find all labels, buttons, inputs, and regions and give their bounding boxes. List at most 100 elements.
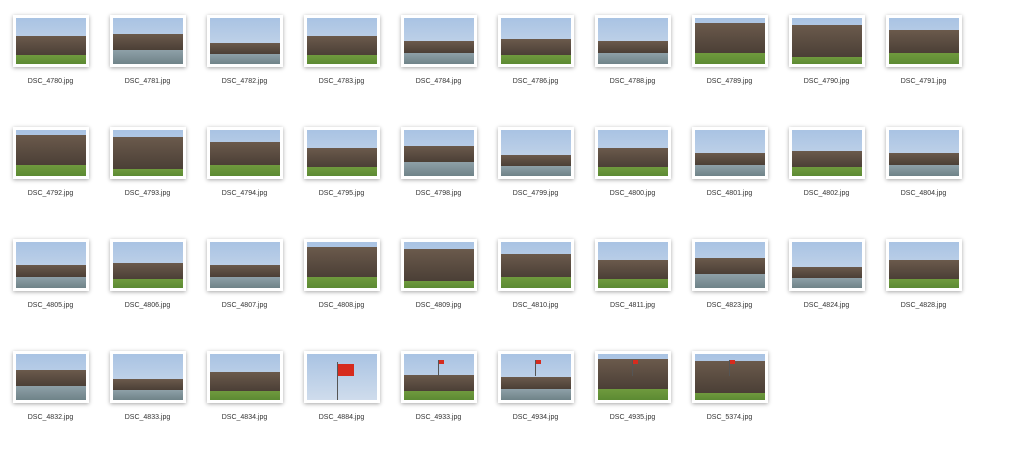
image-thumbnail[interactable] [207,15,283,67]
file-item[interactable]: DSC_4935.jpg [584,336,681,448]
image-thumbnail[interactable] [498,127,574,179]
file-name[interactable]: DSC_4784.jpg [390,78,487,85]
file-item[interactable]: DSC_4809.jpg [390,224,487,336]
file-name[interactable]: DSC_4795.jpg [293,190,390,197]
file-name[interactable]: DSC_4789.jpg [681,78,778,85]
file-item[interactable]: DSC_4784.jpg [390,0,487,112]
image-thumbnail[interactable] [692,127,768,179]
image-thumbnail[interactable] [13,239,89,291]
file-name[interactable]: DSC_4804.jpg [875,190,972,197]
image-thumbnail[interactable] [110,239,186,291]
file-item[interactable]: DSC_4798.jpg [390,112,487,224]
file-item[interactable]: DSC_4792.jpg [2,112,99,224]
file-item[interactable]: DSC_4791.jpg [875,0,972,112]
file-item[interactable]: DSC_4807.jpg [196,224,293,336]
file-name[interactable]: DSC_4884.jpg [293,414,390,421]
image-thumbnail[interactable] [595,127,671,179]
image-thumbnail[interactable] [401,15,477,67]
file-name[interactable]: DSC_4933.jpg [390,414,487,421]
file-name[interactable]: DSC_4800.jpg [584,190,681,197]
image-thumbnail[interactable] [13,351,89,403]
file-item[interactable]: DSC_4800.jpg [584,112,681,224]
file-item[interactable]: DSC_4823.jpg [681,224,778,336]
image-thumbnail[interactable] [401,351,477,403]
file-item[interactable]: DSC_4786.jpg [487,0,584,112]
image-thumbnail[interactable] [110,15,186,67]
file-name[interactable]: DSC_4811.jpg [584,302,681,309]
file-item[interactable]: DSC_4799.jpg [487,112,584,224]
file-item[interactable]: DSC_4802.jpg [778,112,875,224]
file-name[interactable]: DSC_4781.jpg [99,78,196,85]
image-thumbnail[interactable] [692,239,768,291]
file-name[interactable]: DSC_5374.jpg [681,414,778,421]
file-name[interactable]: DSC_4805.jpg [2,302,99,309]
file-name[interactable]: DSC_4807.jpg [196,302,293,309]
file-item[interactable]: DSC_4782.jpg [196,0,293,112]
image-thumbnail[interactable] [886,239,962,291]
file-name[interactable]: DSC_4828.jpg [875,302,972,309]
image-thumbnail[interactable] [401,239,477,291]
image-thumbnail[interactable] [401,127,477,179]
file-name[interactable]: DSC_4788.jpg [584,78,681,85]
file-name[interactable]: DSC_4935.jpg [584,414,681,421]
file-item[interactable]: DSC_4806.jpg [99,224,196,336]
file-item[interactable]: DSC_4795.jpg [293,112,390,224]
file-name[interactable]: DSC_4799.jpg [487,190,584,197]
file-item[interactable]: DSC_5374.jpg [681,336,778,448]
image-thumbnail[interactable] [498,351,574,403]
file-name[interactable]: DSC_4808.jpg [293,302,390,309]
file-item[interactable]: DSC_4783.jpg [293,0,390,112]
file-name[interactable]: DSC_4824.jpg [778,302,875,309]
file-name[interactable]: DSC_4790.jpg [778,78,875,85]
file-item[interactable]: DSC_4793.jpg [99,112,196,224]
image-thumbnail[interactable] [498,15,574,67]
image-thumbnail[interactable] [498,239,574,291]
image-thumbnail[interactable] [207,351,283,403]
image-thumbnail[interactable] [13,127,89,179]
file-item[interactable]: DSC_4833.jpg [99,336,196,448]
file-item[interactable]: DSC_4811.jpg [584,224,681,336]
file-item[interactable]: DSC_4828.jpg [875,224,972,336]
file-name[interactable]: DSC_4834.jpg [196,414,293,421]
image-thumbnail[interactable] [789,127,865,179]
image-thumbnail[interactable] [692,351,768,403]
image-thumbnail[interactable] [304,127,380,179]
file-item[interactable]: DSC_4780.jpg [2,0,99,112]
file-item[interactable]: DSC_4824.jpg [778,224,875,336]
file-name[interactable]: DSC_4798.jpg [390,190,487,197]
file-name[interactable]: DSC_4833.jpg [99,414,196,421]
file-item[interactable]: DSC_4790.jpg [778,0,875,112]
file-item[interactable]: DSC_4789.jpg [681,0,778,112]
file-item[interactable]: DSC_4804.jpg [875,112,972,224]
image-thumbnail[interactable] [110,127,186,179]
file-item[interactable]: DSC_4801.jpg [681,112,778,224]
image-thumbnail[interactable] [304,15,380,67]
file-name[interactable]: DSC_4783.jpg [293,78,390,85]
image-thumbnail[interactable] [789,239,865,291]
file-item[interactable]: DSC_4933.jpg [390,336,487,448]
file-item[interactable]: DSC_4934.jpg [487,336,584,448]
image-thumbnail[interactable] [207,239,283,291]
image-thumbnail[interactable] [13,15,89,67]
file-name[interactable]: DSC_4780.jpg [2,78,99,85]
image-thumbnail[interactable] [207,127,283,179]
file-name[interactable]: DSC_4791.jpg [875,78,972,85]
file-item[interactable]: DSC_4884.jpg [293,336,390,448]
file-name[interactable]: DSC_4806.jpg [99,302,196,309]
file-item[interactable]: DSC_4834.jpg [196,336,293,448]
file-item[interactable]: DSC_4810.jpg [487,224,584,336]
image-thumbnail[interactable] [304,239,380,291]
image-thumbnail[interactable] [886,15,962,67]
file-name[interactable]: DSC_4934.jpg [487,414,584,421]
file-item[interactable]: DSC_4832.jpg [2,336,99,448]
image-thumbnail[interactable] [789,15,865,67]
file-name[interactable]: DSC_4823.jpg [681,302,778,309]
file-item[interactable]: DSC_4808.jpg [293,224,390,336]
image-thumbnail[interactable] [886,127,962,179]
image-thumbnail[interactable] [595,239,671,291]
file-name[interactable]: DSC_4802.jpg [778,190,875,197]
file-name[interactable]: DSC_4794.jpg [196,190,293,197]
image-thumbnail[interactable] [595,351,671,403]
file-name[interactable]: DSC_4793.jpg [99,190,196,197]
image-thumbnail[interactable] [692,15,768,67]
